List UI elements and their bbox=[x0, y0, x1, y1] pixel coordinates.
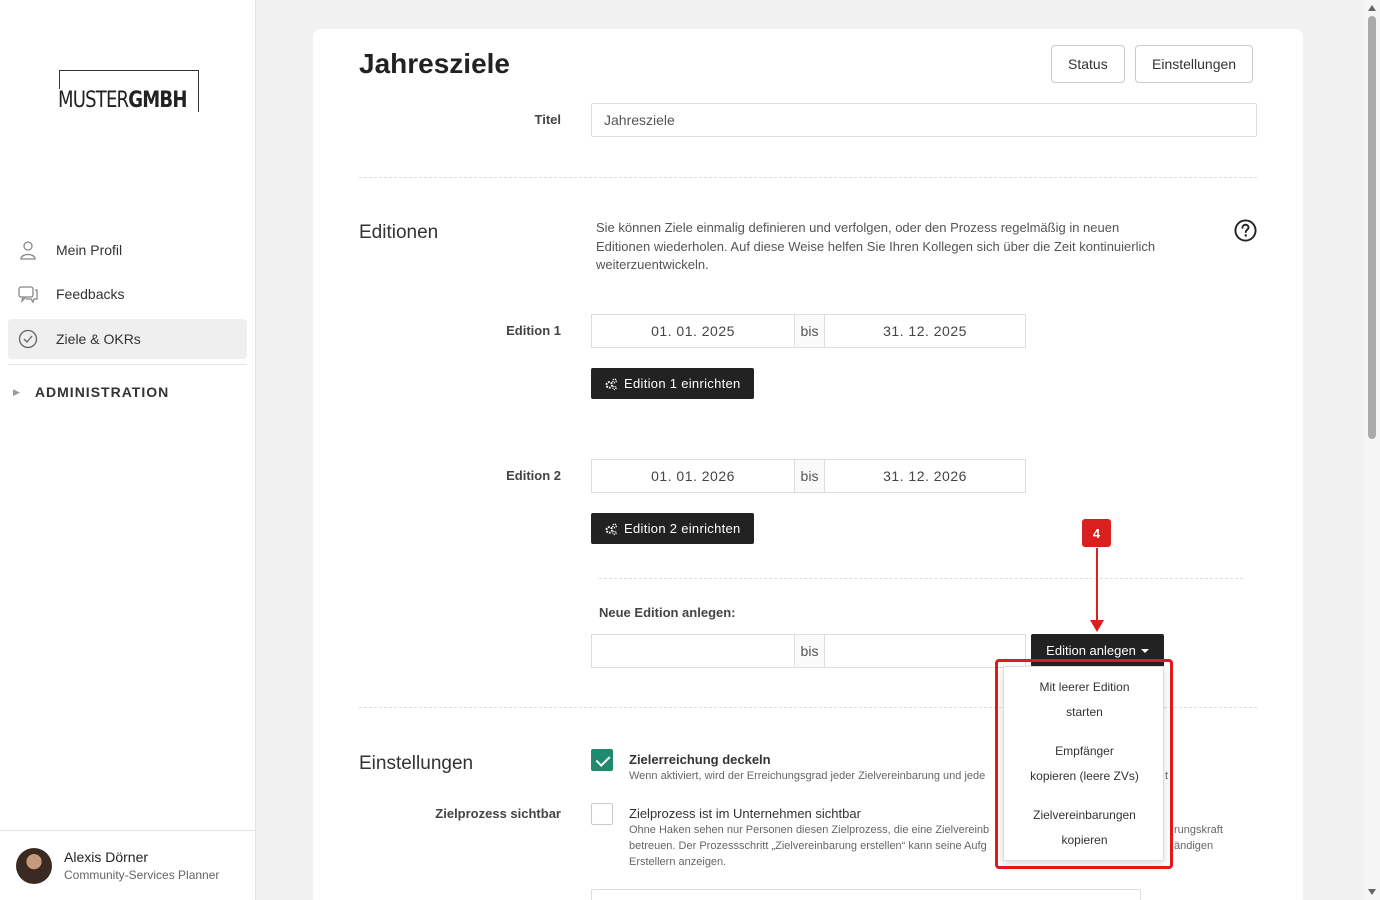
sidebar-item-label: Feedbacks bbox=[56, 286, 125, 302]
neue-edition-label: Neue Edition anlegen: bbox=[599, 605, 736, 620]
editionen-description: Sie können Ziele einmalig definieren und… bbox=[596, 220, 1156, 272]
sidebar-item-label: Ziele & OKRs bbox=[56, 331, 141, 347]
edition-2-setup-button[interactable]: Edition 2 einrichten bbox=[591, 513, 754, 544]
editionen-title: Editionen bbox=[359, 222, 439, 243]
einstellungen-title: Einstellungen bbox=[359, 753, 474, 774]
edition-2-end[interactable]: 31. 12. 2026 bbox=[825, 460, 1025, 492]
sidebar: MUSTERGMBH Mein Profil Feedbacks Ziele &… bbox=[0, 0, 256, 900]
cogs-icon bbox=[605, 377, 617, 390]
sichtbar-description-2b: ändigen bbox=[1174, 840, 1214, 852]
scroll-up-icon[interactable] bbox=[1368, 5, 1376, 11]
status-button[interactable]: Status bbox=[1051, 45, 1125, 83]
button-label: Edition 2 einrichten bbox=[624, 521, 741, 536]
edition-2-start[interactable]: 01. 01. 2026 bbox=[592, 460, 794, 492]
logo-part1: MUSTER bbox=[58, 88, 129, 113]
triangle-right-icon: ▶ bbox=[13, 386, 21, 397]
admin-label: ADMINISTRATION bbox=[34, 384, 170, 400]
chat-icon bbox=[18, 284, 38, 304]
neue-edition-daterange: bis bbox=[591, 634, 1026, 668]
titel-label: Titel bbox=[534, 112, 562, 127]
neue-edition-start[interactable] bbox=[592, 635, 794, 667]
sidebar-item-feedbacks[interactable]: Feedbacks bbox=[8, 274, 247, 314]
help-icon[interactable] bbox=[1234, 219, 1257, 242]
bis-label: bis bbox=[794, 460, 825, 492]
nav-divider bbox=[8, 364, 247, 365]
edition-2-daterange: 01. 01. 2026 bis 31. 12. 2026 bbox=[591, 459, 1026, 493]
deckeln-title: Zielerreichung deckeln bbox=[629, 752, 771, 767]
user-role: Community-Services Planner bbox=[64, 868, 220, 882]
user-profile[interactable]: Alexis Dörner Community-Services Planner bbox=[0, 830, 255, 900]
sichtbar-title: Zielprozess ist im Unternehmen sichtbar bbox=[629, 806, 861, 821]
edition-1-daterange: 01. 01. 2025 bis 31. 12. 2025 bbox=[591, 314, 1026, 348]
annotation-badge: 4 bbox=[1082, 519, 1111, 547]
edition-1-setup-button[interactable]: Edition 1 einrichten bbox=[591, 368, 754, 399]
annotation-arrow bbox=[1096, 548, 1098, 622]
scroll-down-icon[interactable] bbox=[1368, 889, 1376, 895]
edition-1-end[interactable]: 31. 12. 2025 bbox=[825, 315, 1025, 347]
sidebar-item-administration[interactable]: ▶ ADMINISTRATION bbox=[13, 384, 169, 400]
sidebar-item-label: Mein Profil bbox=[56, 242, 123, 258]
edition-1-start[interactable]: 01. 01. 2025 bbox=[592, 315, 794, 347]
sidebar-item-mein-profil[interactable]: Mein Profil bbox=[8, 230, 247, 270]
cogs-icon bbox=[605, 522, 617, 535]
edition-2-label: Edition 2 bbox=[506, 468, 561, 483]
user-icon bbox=[18, 240, 38, 260]
deckeln-checkbox[interactable] bbox=[591, 749, 613, 771]
logo-part2: GMBH bbox=[128, 88, 187, 113]
check-circle-icon bbox=[18, 329, 38, 349]
divider bbox=[359, 177, 1257, 178]
deckeln-description: Wenn aktiviert, wird der Erreichungsgrad… bbox=[629, 770, 986, 782]
bis-label: bis bbox=[794, 315, 825, 347]
annotation-highlight-box bbox=[995, 659, 1173, 869]
settings-button[interactable]: Einstellungen bbox=[1135, 45, 1254, 83]
caret-down-icon bbox=[1140, 648, 1149, 653]
divider bbox=[599, 578, 1243, 579]
sidebar-item-ziele-okrs[interactable]: Ziele & OKRs bbox=[8, 319, 247, 359]
scroll-thumb[interactable] bbox=[1368, 16, 1376, 439]
button-label: Edition 1 einrichten bbox=[624, 376, 741, 391]
titel-input[interactable]: Jahresziele bbox=[591, 103, 1257, 137]
sichtbar-description-1b: rungskraft bbox=[1174, 824, 1223, 836]
company-logo[interactable]: MUSTERGMBH bbox=[58, 70, 199, 113]
annotation-arrow-head bbox=[1090, 620, 1104, 632]
avatar bbox=[16, 847, 52, 884]
bis-label: bis bbox=[794, 635, 825, 667]
zielprozess-sichtbar-label: Zielprozess sichtbar bbox=[435, 806, 561, 821]
page-title: Jahresziele bbox=[359, 48, 510, 79]
sichtbar-description-2a: betreuen. Der Prozessschritt „Zielverein… bbox=[629, 840, 987, 852]
sichtbar-description-3: Erstellern anzeigen. bbox=[629, 856, 727, 868]
scrollbar[interactable] bbox=[1364, 0, 1380, 900]
sichtbar-description-1a: Ohne Haken sehen nur Personen diesen Zie… bbox=[629, 824, 990, 836]
user-name: Alexis Dörner bbox=[64, 849, 149, 865]
button-label: Edition anlegen bbox=[1046, 643, 1136, 658]
edition-1-label: Edition 1 bbox=[506, 323, 561, 338]
sichtbar-checkbox[interactable] bbox=[591, 803, 613, 825]
partial-input[interactable] bbox=[591, 889, 1141, 900]
